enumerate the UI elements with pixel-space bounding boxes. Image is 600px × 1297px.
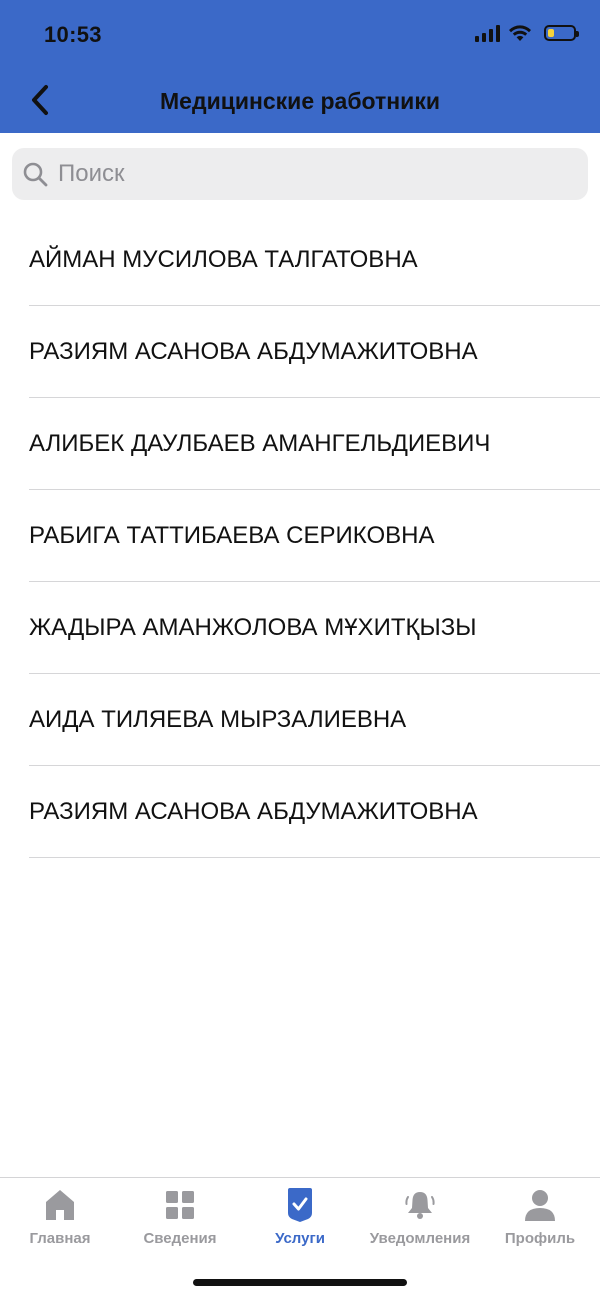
worker-name: РАБИГА ТАТТИБАЕВА СЕРИКОВНА bbox=[29, 521, 435, 549]
search-bar[interactable] bbox=[12, 148, 588, 200]
app-header: 10:53 Медицинские работники bbox=[0, 0, 600, 133]
bell-icon bbox=[405, 1192, 435, 1219]
list-item[interactable]: РАЗИЯМ АСАНОВА АБДУМАЖИТОВНА bbox=[29, 306, 600, 398]
home-icon bbox=[46, 1190, 74, 1220]
list-item[interactable]: АЙМАН МУСИЛОВА ТАЛГАТОВНА bbox=[29, 214, 600, 306]
wifi-icon bbox=[509, 25, 531, 41]
tab-services[interactable]: Услуги bbox=[240, 1188, 360, 1247]
worker-name: РАЗИЯМ АСАНОВА АБДУМАЖИТОВНА bbox=[29, 797, 478, 825]
list-item[interactable]: РАЗИЯМ АСАНОВА АБДУМАЖИТОВНА bbox=[29, 766, 600, 858]
worker-name: АЙМАН МУСИЛОВА ТАЛГАТОВНА bbox=[29, 245, 418, 273]
worker-name: АИДА ТИЛЯЕВА МЫРЗАЛИЕВНА bbox=[29, 705, 407, 733]
cellular-signal-icon bbox=[475, 24, 500, 42]
grid-icon bbox=[166, 1191, 194, 1219]
worker-name: АЛИБЕК ДАУЛБАЕВ АМАНГЕЛЬДИЕВИЧ bbox=[29, 429, 491, 457]
tab-label: Сведения bbox=[143, 1230, 217, 1247]
worker-name: ЖАДЫРА АМАНЖОЛОВА МҰХИТҚЫЗЫ bbox=[29, 613, 477, 641]
tab-profile[interactable]: Профиль bbox=[480, 1188, 600, 1247]
list-item[interactable]: РАБИГА ТАТТИБАЕВА СЕРИКОВНА bbox=[29, 490, 600, 582]
home-indicator bbox=[193, 1279, 407, 1286]
tab-home[interactable]: Главная bbox=[0, 1188, 120, 1247]
battery-icon bbox=[544, 25, 579, 41]
status-icons bbox=[475, 24, 579, 42]
tab-label: Уведомления bbox=[369, 1230, 471, 1247]
list-item[interactable]: АЛИБЕК ДАУЛБАЕВ АМАНГЕЛЬДИЕВИЧ bbox=[29, 398, 600, 490]
tab-label: Профиль bbox=[504, 1230, 576, 1247]
medical-workers-list: АЙМАН МУСИЛОВА ТАЛГАТОВНА РАЗИЯМ АСАНОВА… bbox=[0, 214, 600, 858]
status-time: 10:53 bbox=[44, 22, 102, 47]
search-icon bbox=[23, 162, 48, 187]
list-item[interactable]: АИДА ТИЛЯЕВА МЫРЗАЛИЕВНА bbox=[29, 674, 600, 766]
tab-notifications[interactable]: Уведомления bbox=[360, 1188, 480, 1247]
profile-icon bbox=[525, 1190, 555, 1221]
services-check-icon bbox=[288, 1188, 312, 1222]
list-item[interactable]: ЖАДЫРА АМАНЖОЛОВА МҰХИТҚЫЗЫ bbox=[29, 582, 600, 674]
tab-label: Услуги bbox=[275, 1230, 325, 1247]
worker-name: РАЗИЯМ АСАНОВА АБДУМАЖИТОВНА bbox=[29, 337, 478, 365]
page-title: Медицинские работники bbox=[160, 88, 440, 114]
search-input[interactable] bbox=[56, 159, 560, 189]
tab-info[interactable]: Сведения bbox=[120, 1188, 240, 1247]
tab-label: Главная bbox=[29, 1230, 91, 1247]
